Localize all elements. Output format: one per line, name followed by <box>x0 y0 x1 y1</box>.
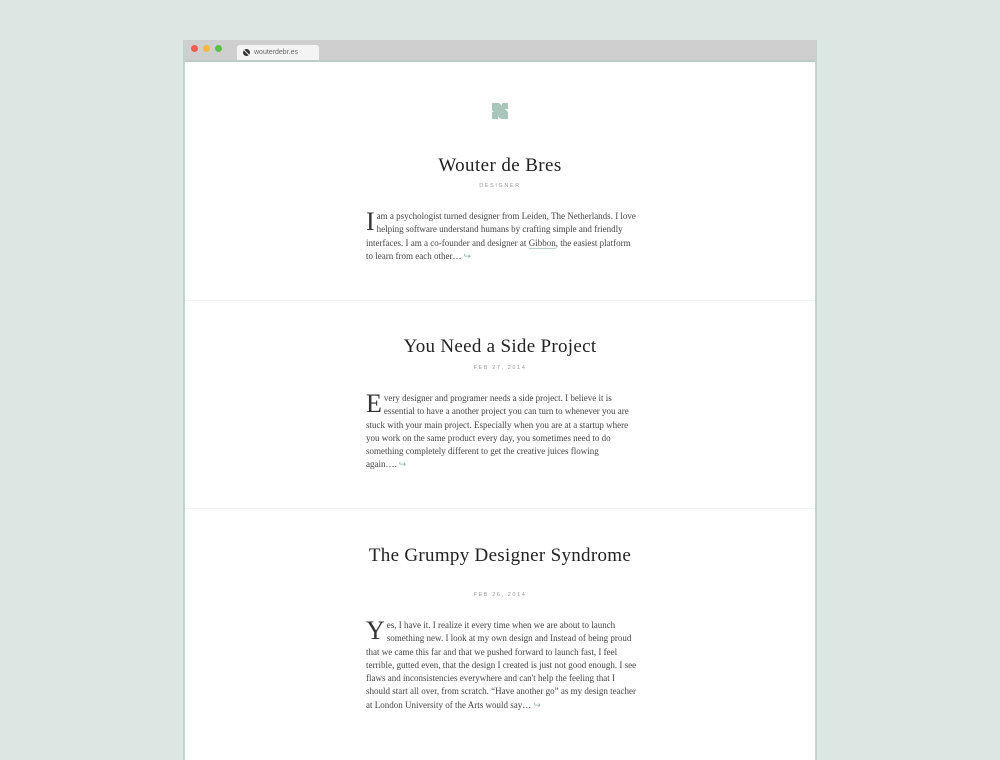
gibbon-link[interactable]: Gibbon <box>528 237 556 249</box>
page-content: Wouter de Bres DESIGNER I am a psycholog… <box>185 62 815 760</box>
post-excerpt-text: es, I have it. I realize it every time w… <box>366 620 637 710</box>
post-date: FEB 27, 2014 <box>473 365 527 371</box>
browser-window: wouterdebr.es Wouter de Bres DESIGNER I … <box>183 40 817 760</box>
intro-text: I am a psychologist turned designer from… <box>366 207 638 264</box>
site-logo-icon[interactable] <box>491 102 509 120</box>
tab-title: wouterdebr.es <box>254 49 298 56</box>
dropcap: I <box>366 207 375 236</box>
post-title[interactable]: The Grumpy Designer Syndrome <box>185 546 815 566</box>
read-more-arrow-icon[interactable]: ↪ <box>533 701 541 711</box>
post-title[interactable]: You Need a Side Project <box>185 337 815 357</box>
author-role: DESIGNER <box>479 183 521 189</box>
post-date: FEB 26, 2014 <box>473 592 527 598</box>
post-excerpt-text: very designer and programer needs a side… <box>366 393 629 470</box>
post-section: You Need a Side Project FEB 27, 2014 Eve… <box>185 301 815 509</box>
favicon-icon <box>243 49 250 56</box>
browser-tab[interactable]: wouterdebr.es <box>237 45 319 60</box>
dropcap: E <box>366 389 382 418</box>
close-window-button[interactable] <box>191 45 198 52</box>
read-more-arrow-icon[interactable]: ↪ <box>399 460 407 470</box>
minimize-window-button[interactable] <box>203 45 210 52</box>
author-name: Wouter de Bres <box>438 155 562 176</box>
dropcap: Y <box>366 616 385 645</box>
post-excerpt: Every designer and programer needs a sid… <box>366 389 638 473</box>
intro-section: Wouter de Bres DESIGNER I am a psycholog… <box>185 62 815 301</box>
post-section: The Grumpy Designer Syndrome FEB 26, 201… <box>185 509 815 760</box>
maximize-window-button[interactable] <box>215 45 222 52</box>
read-more-arrow-icon[interactable]: ↪ <box>463 252 471 262</box>
post-excerpt: Yes, I have it. I realize it every time … <box>366 616 638 713</box>
browser-chrome: wouterdebr.es <box>185 40 815 62</box>
